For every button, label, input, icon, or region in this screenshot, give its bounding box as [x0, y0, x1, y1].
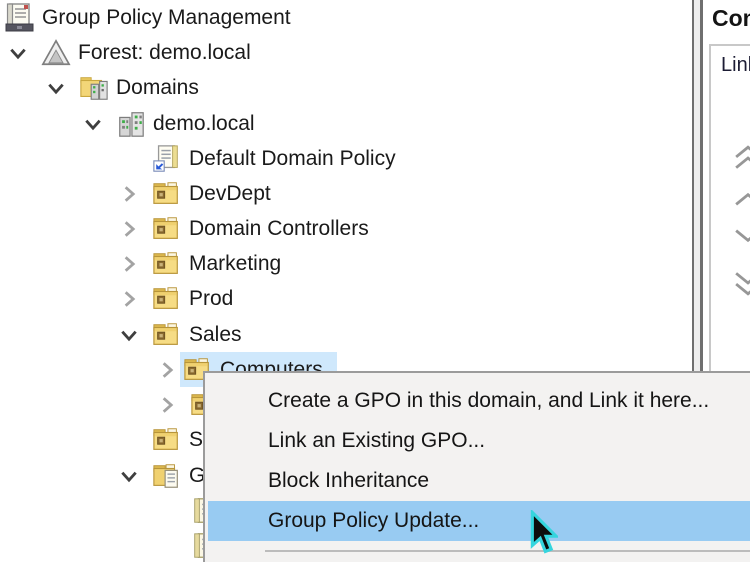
tree-item-label: Forest: demo.local [78, 41, 251, 65]
forest-icon [41, 38, 71, 68]
tree-item-label: Marketing [189, 252, 281, 276]
tree-item-devdept[interactable]: DevDept [119, 176, 271, 211]
chevron-expanded-icon[interactable] [8, 35, 34, 70]
menu-item-create-gpo-and-link[interactable]: Create a GPO in this domain, and Link it… [208, 381, 750, 421]
tree-item-sales[interactable]: Sales [119, 317, 242, 352]
chevron-expanded-icon[interactable] [46, 70, 72, 105]
tree-item-group-policy-management[interactable]: Group Policy Management [4, 0, 291, 35]
results-pane-title: Computers [712, 5, 750, 32]
tree-item-s-ou[interactable]: S [119, 422, 203, 457]
menu-item-group-policy-update[interactable]: Group Policy Update... [208, 501, 750, 541]
domains-folder-icon [79, 73, 109, 103]
tree-item-default-domain-policy[interactable]: Default Domain Policy [119, 141, 396, 176]
tree-item-label: Group Policy Management [42, 6, 291, 30]
ou-folder-icon [152, 425, 182, 455]
chevron-expanded-icon[interactable] [119, 317, 145, 352]
ou-folder-icon [152, 179, 182, 209]
context-menu: Create a GPO in this domain, and Link it… [203, 371, 750, 562]
gpmc-window: Group Policy Management Forest: demo.loc… [0, 0, 750, 562]
chevron-collapsed-icon[interactable] [119, 211, 145, 246]
tree-item-label: DevDept [189, 182, 271, 206]
chevron-collapsed-icon[interactable] [119, 281, 145, 316]
chevron-expanded-icon[interactable] [83, 106, 109, 141]
move-link-to-bottom-button[interactable] [734, 270, 750, 296]
tree-item-domain-controllers[interactable]: Domain Controllers [119, 211, 369, 246]
tree-item-label: demo.local [153, 112, 255, 136]
ou-folder-icon [152, 214, 182, 244]
move-link-to-top-button[interactable] [734, 145, 750, 171]
chevron-expanded-icon[interactable] [119, 458, 145, 493]
tree-item-demo-local[interactable]: demo.local [83, 106, 255, 141]
tree-item-label: Default Domain Policy [189, 147, 396, 171]
tree-item-label: Sales [189, 323, 242, 347]
ou-folder-icon [152, 320, 182, 350]
move-link-down-button[interactable] [734, 228, 750, 244]
chevron-collapsed-icon[interactable] [119, 176, 145, 211]
tree-item-prod[interactable]: Prod [119, 281, 233, 316]
menu-item-link-existing-gpo[interactable]: Link an Existing GPO... [208, 421, 750, 461]
tree-item-label: S [189, 428, 203, 452]
tree-item-domains[interactable]: Domains [46, 70, 199, 105]
chevron-collapsed-icon[interactable] [157, 387, 183, 422]
tree-item-marketing[interactable]: Marketing [119, 246, 281, 281]
chevron-collapsed-icon[interactable] [119, 246, 145, 281]
tree-item-forest[interactable]: Forest: demo.local [8, 35, 251, 70]
gpmc-console-icon [4, 2, 36, 34]
gpo-link-icon [152, 144, 182, 174]
tree-item-label: Prod [189, 287, 233, 311]
menu-item-block-inheritance[interactable]: Block Inheritance [208, 461, 750, 501]
tree-item-label: Domain Controllers [189, 217, 369, 241]
gpo-folder-icon [152, 461, 182, 491]
ou-folder-icon [152, 284, 182, 314]
ou-folder-icon [152, 249, 182, 279]
tree-item-label: Domains [116, 76, 199, 100]
domain-icon [116, 109, 146, 139]
tab-linked-group-policy-objects[interactable]: Linked Group Policy Objects [721, 54, 750, 77]
menu-separator [265, 550, 750, 552]
move-link-up-button[interactable] [734, 191, 750, 207]
